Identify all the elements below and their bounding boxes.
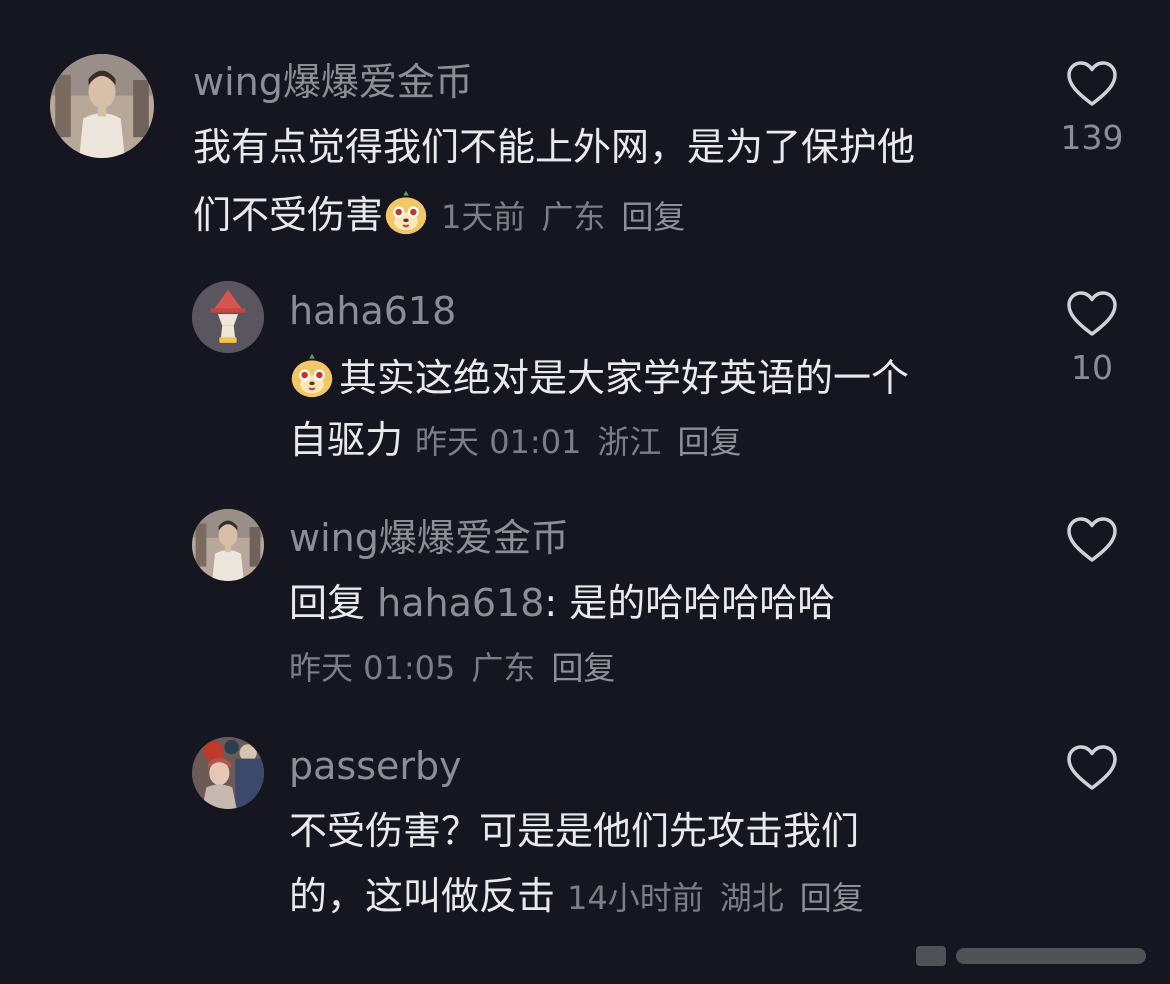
avatar[interactable] [50, 54, 154, 158]
comment-text-line-2: 自驱力 昨天 01:01 浙江 回复 [289, 418, 741, 464]
avatar-image [192, 737, 264, 809]
comment-time: 昨天 01:05 [289, 649, 456, 687]
reply-button[interactable]: 回复 [800, 879, 864, 917]
comment-meta: 昨天 01:05 广东 回复 [289, 646, 631, 690]
comment-text: 其实这绝对是大家学好英语的一个 [339, 356, 910, 400]
comment-text-line-1: 我有点觉得我们不能上外网，是为了保护他 [193, 125, 916, 169]
like-count: 10 [1071, 348, 1113, 387]
like-button[interactable]: 139 [1052, 60, 1132, 158]
heart-outline-icon [1067, 745, 1117, 790]
comment-text-line-1: 其实这绝对是大家学好英语的一个 [289, 353, 909, 400]
comment-time: 昨天 01:01 [415, 423, 582, 461]
comment-text-line-2: 们不受伤害 1天前 广东 回复 [193, 190, 685, 239]
like-button[interactable] [1052, 744, 1132, 792]
reply-button[interactable]: 回复 [551, 649, 615, 687]
heart-outline-icon [1067, 291, 1117, 336]
like-button[interactable] [1052, 516, 1132, 564]
comment-text-line-1: 回复 haha618: 是的哈哈哈哈哈 [289, 581, 835, 625]
username[interactable]: wing爆爆爱金币 [289, 516, 569, 560]
comment-text-line-2: 的，这叫做反击 14小时前 湖北 回复 [289, 874, 864, 920]
username[interactable]: wing爆爆爱金币 [193, 60, 473, 104]
comment-meta: 昨天 01:01 浙江 回复 [415, 423, 741, 461]
username[interactable]: haha618 [289, 289, 456, 333]
watermark [916, 938, 1156, 974]
comment-time: 1天前 [441, 198, 526, 236]
dog-face-emoji [289, 353, 335, 399]
reply-prefix: 回复 [289, 581, 366, 625]
avatar-image [192, 509, 264, 581]
heart-outline-icon [1067, 517, 1117, 562]
avatar-image [50, 54, 154, 158]
comment-text: : 是的哈哈哈哈哈 [544, 581, 836, 625]
reply-button[interactable]: 回复 [621, 198, 685, 236]
comment-location: 浙江 [597, 423, 662, 461]
reply-button[interactable]: 回复 [677, 423, 741, 461]
comment-meta: 1天前 广东 回复 [441, 198, 685, 236]
dog-face-emoji [383, 190, 429, 236]
like-count: 139 [1060, 118, 1124, 157]
comment-location: 湖北 [719, 879, 784, 917]
comment-text: 自驱力 [289, 418, 404, 462]
comment-text: 的，这叫做反击 [289, 874, 556, 918]
comment-location: 广东 [541, 198, 606, 236]
like-button[interactable]: 10 [1052, 290, 1132, 388]
comment-location: 广东 [471, 649, 536, 687]
heart-outline-icon [1067, 61, 1117, 106]
comment-meta: 14小时前 湖北 回复 [567, 879, 864, 917]
comment-text: 们不受伤害 [193, 193, 384, 237]
avatar[interactable] [192, 281, 264, 353]
avatar-image [192, 281, 264, 353]
mention-link[interactable]: haha618 [377, 581, 544, 625]
comment-time: 14小时前 [567, 879, 704, 917]
avatar[interactable] [192, 737, 264, 809]
comment-text-line-1: 不受伤害？可是是他们先攻击我们 [289, 809, 860, 853]
username[interactable]: passerby [289, 744, 462, 788]
avatar[interactable] [192, 509, 264, 581]
